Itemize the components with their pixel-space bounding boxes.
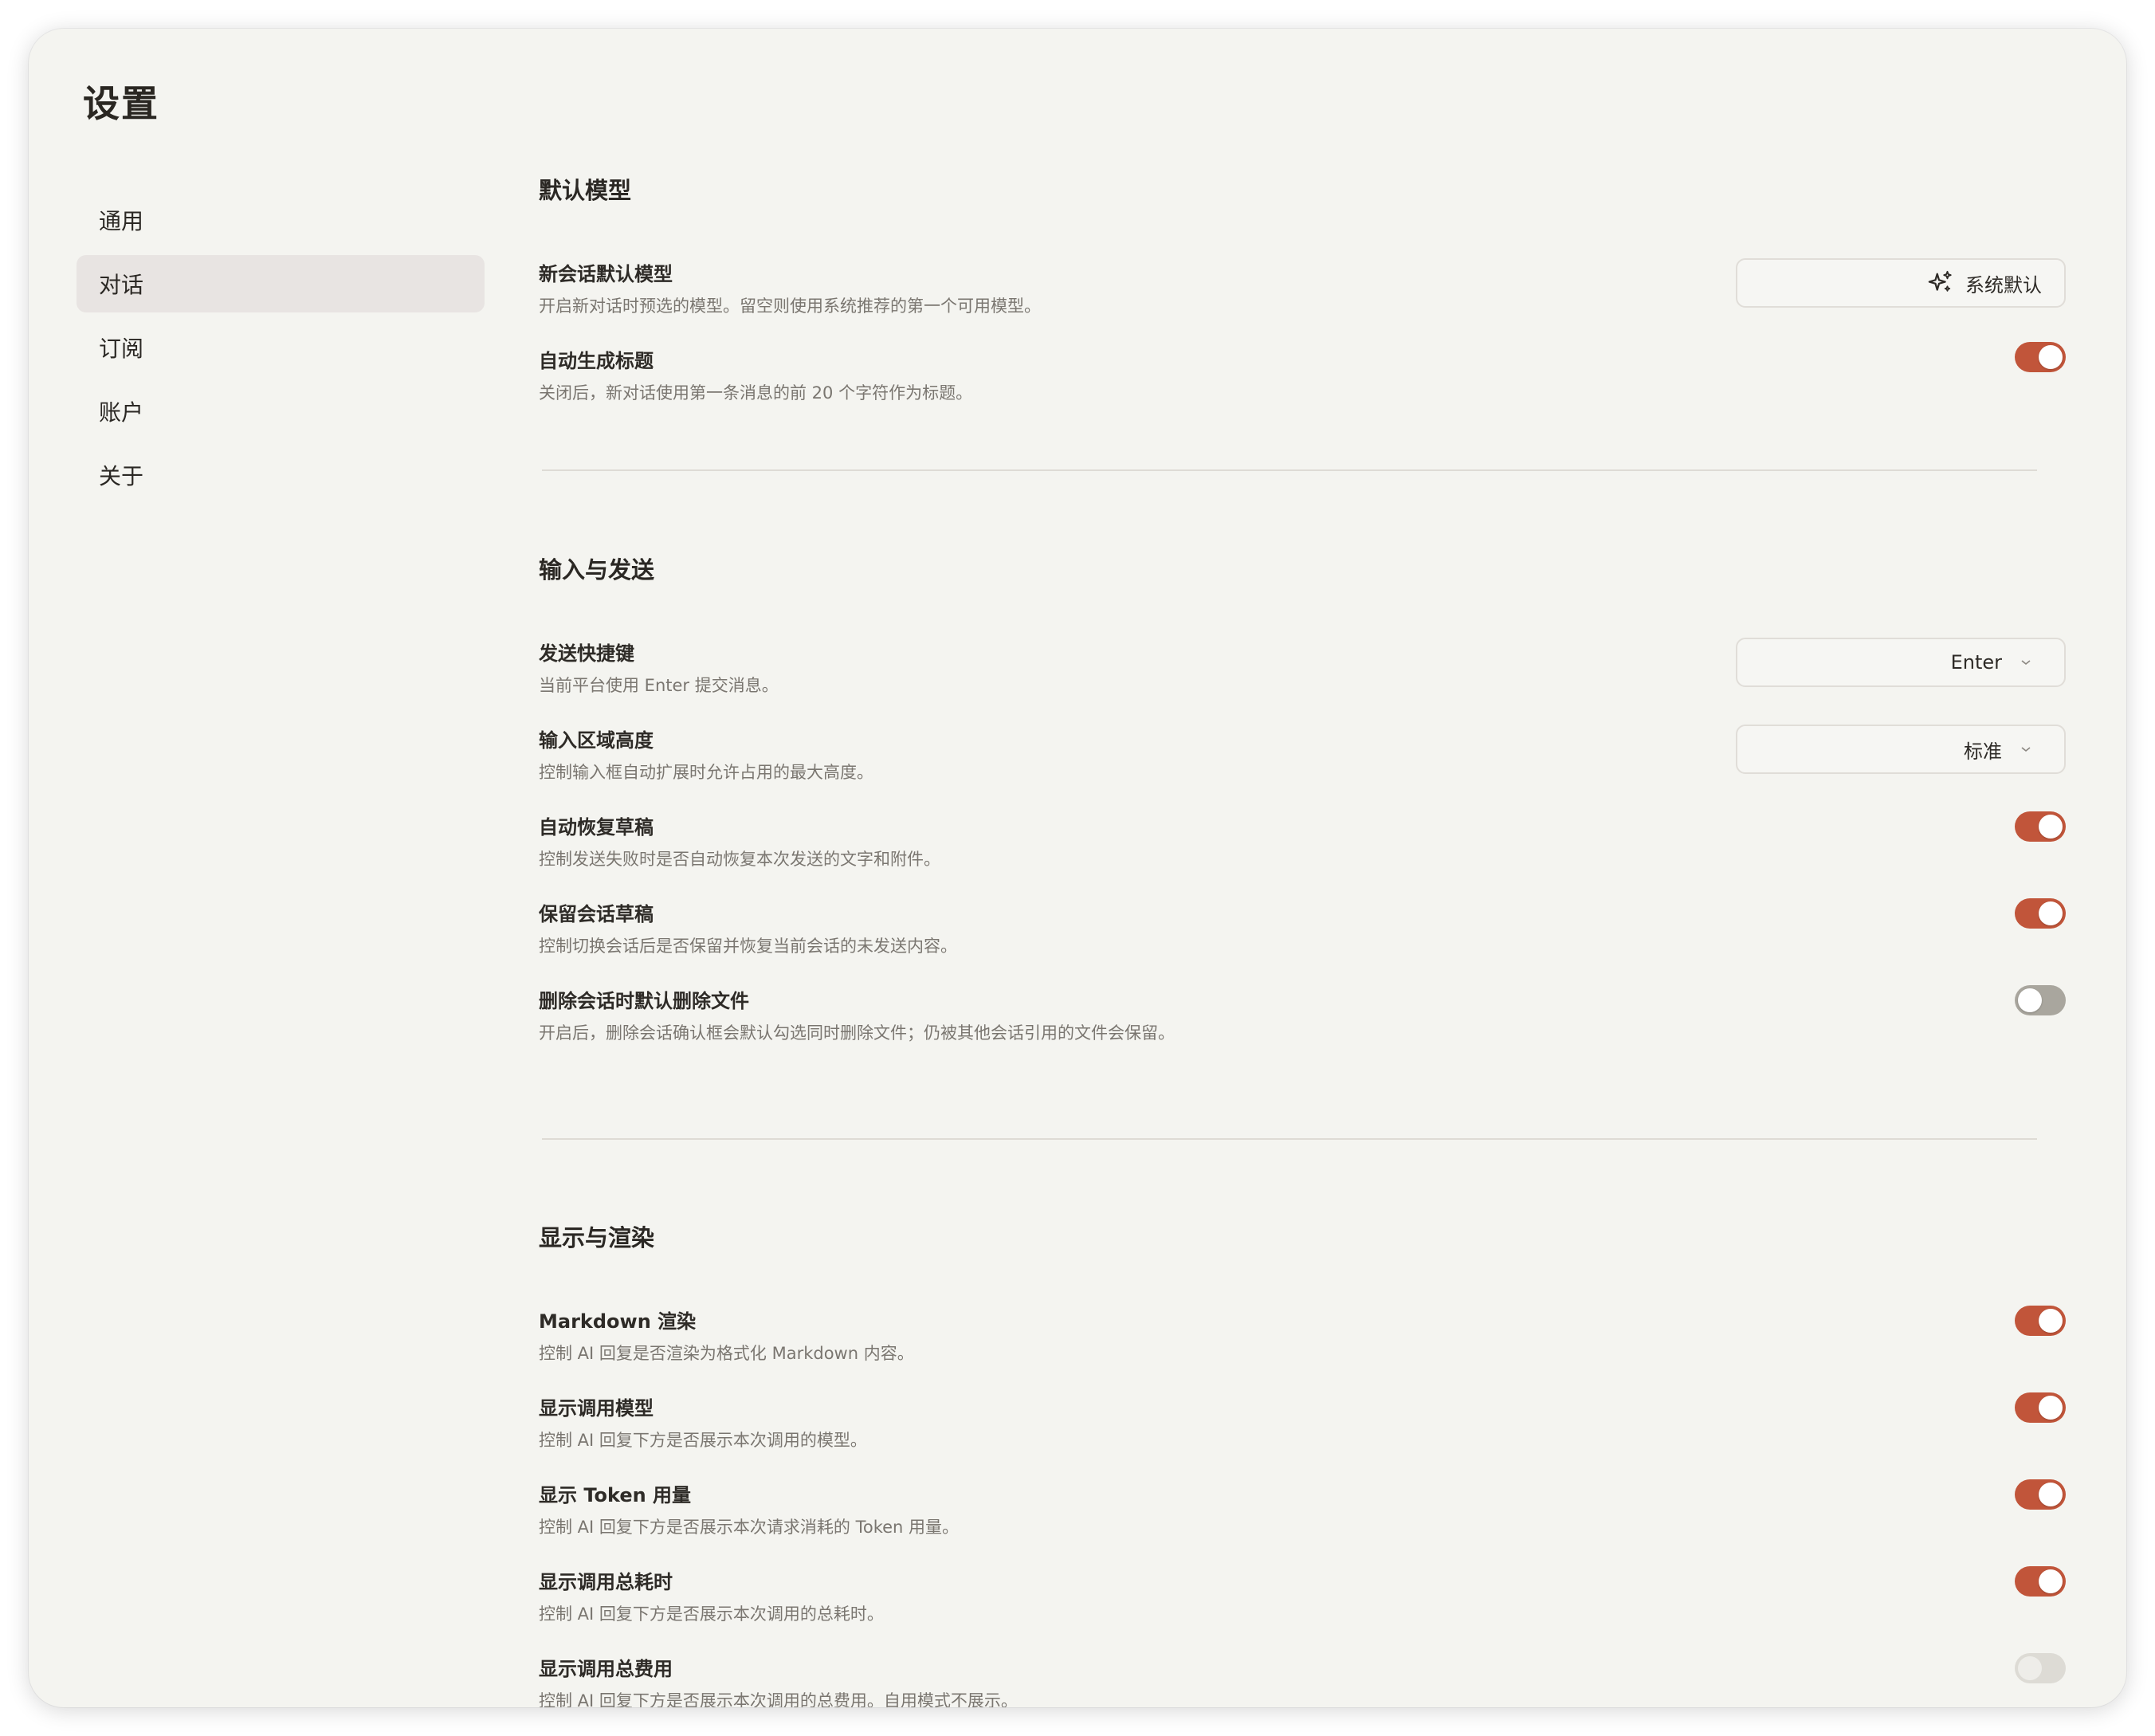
setting-row-auto-restore-draft: 自动恢复草稿 控制发送失败时是否自动恢复本次发送的文字和附件。 (539, 811, 2066, 891)
setting-desc: 开启后，删除会话确认框会默认勾选同时删除文件；仍被其他会话引用的文件会保留。 (539, 1023, 1175, 1043)
section-title-default-model: 默认模型 (539, 177, 632, 204)
setting-title: 自动生成标题 (539, 350, 654, 372)
toggle-knob (2018, 1656, 2042, 1680)
setting-row-delete-files: 删除会话时默认删除文件 开启后，删除会话确认框会默认勾选同时删除文件；仍被其他会… (539, 985, 2066, 1065)
show-duration-toggle[interactable] (2015, 1566, 2066, 1597)
default-model-select[interactable]: 系统默认 (1736, 258, 2066, 308)
setting-title: 新会话默认模型 (539, 263, 673, 285)
settings-window: 设置 通用 对话 订阅 账户 关于 默认模型 新会话默认模型 开启新对话时预选的… (29, 29, 2126, 1707)
setting-title: 显示调用总耗时 (539, 1571, 673, 1593)
auto-title-toggle[interactable] (2015, 342, 2066, 372)
section-divider (542, 469, 2037, 471)
sparkle-icon (1928, 270, 1952, 292)
send-shortcut-select[interactable]: Enter (1736, 638, 2066, 687)
delete-files-toggle[interactable] (2015, 985, 2066, 1015)
setting-title: 保留会话草稿 (539, 903, 654, 925)
sidebar-item-subscription[interactable]: 订阅 (77, 319, 485, 376)
setting-desc: 控制 AI 回复下方是否展示本次请求消耗的 Token 用量。 (539, 1518, 960, 1537)
default-model-value: 系统默认 (1965, 273, 2042, 297)
sidebar-item-general[interactable]: 通用 (77, 191, 485, 249)
toggle-knob (2039, 1569, 2063, 1593)
auto-restore-draft-toggle[interactable] (2015, 811, 2066, 842)
input-height-select[interactable]: 标准 (1736, 725, 2066, 774)
toggle-knob (2039, 815, 2063, 839)
setting-row-show-model: 显示调用模型 控制 AI 回复下方是否展示本次调用的模型。 (539, 1392, 2066, 1472)
setting-desc: 控制切换会话后是否保留并恢复当前会话的未发送内容。 (539, 937, 957, 956)
show-cost-toggle[interactable] (2015, 1653, 2066, 1683)
sidebar-item-chat[interactable]: 对话 (77, 255, 485, 312)
setting-desc: 控制发送失败时是否自动恢复本次发送的文字和附件。 (539, 850, 940, 869)
setting-row-input-height: 输入区域高度 控制输入框自动扩展时允许占用的最大高度。 标准 (539, 725, 2066, 804)
setting-title: 显示调用总费用 (539, 1658, 673, 1680)
section-title-display-render: 显示与渲染 (539, 1224, 655, 1251)
setting-desc: 当前平台使用 Enter 提交消息。 (539, 676, 779, 695)
show-model-toggle[interactable] (2015, 1392, 2066, 1423)
sidebar-item-about[interactable]: 关于 (77, 446, 485, 504)
toggle-knob (2018, 988, 2042, 1012)
setting-desc: 控制 AI 回复下方是否展示本次调用的总耗时。 (539, 1604, 884, 1624)
input-height-value: 标准 (1964, 740, 2002, 763)
setting-title: 显示调用模型 (539, 1397, 654, 1420)
setting-row-new-chat-model: 新会话默认模型 开启新对话时预选的模型。留空则使用系统推荐的第一个可用模型。 系… (539, 258, 2066, 338)
sidebar: 通用 对话 订阅 账户 关于 (77, 191, 485, 510)
toggle-knob (2039, 1396, 2063, 1420)
setting-desc: 开启新对话时预选的模型。留空则使用系统推荐的第一个可用模型。 (539, 297, 1041, 316)
page-title: 设置 (83, 82, 159, 125)
toggle-knob (2039, 1309, 2063, 1333)
setting-desc: 控制输入框自动扩展时允许占用的最大高度。 (539, 763, 873, 782)
setting-title: 删除会话时默认删除文件 (539, 990, 749, 1012)
setting-row-show-duration: 显示调用总耗时 控制 AI 回复下方是否展示本次调用的总耗时。 (539, 1566, 2066, 1646)
toggle-knob (2039, 901, 2063, 925)
setting-desc: 关闭后，新对话使用第一条消息的前 20 个字符作为标题。 (539, 383, 973, 403)
setting-title: 发送快捷键 (539, 642, 634, 665)
send-shortcut-value: Enter (1950, 651, 2002, 674)
setting-title: 显示 Token 用量 (539, 1484, 692, 1506)
setting-row-markdown: Markdown 渲染 控制 AI 回复是否渲染为格式化 Markdown 内容… (539, 1306, 2066, 1385)
setting-row-auto-title: 自动生成标题 关闭后，新对话使用第一条消息的前 20 个字符作为标题。 (539, 342, 2066, 425)
setting-row-send-shortcut: 发送快捷键 当前平台使用 Enter 提交消息。 Enter (539, 638, 2066, 717)
chevron-down-icon (2021, 660, 2031, 666)
setting-title: 输入区域高度 (539, 729, 654, 752)
toggle-knob (2039, 345, 2063, 369)
toggle-knob (2039, 1483, 2063, 1506)
setting-title: 自动恢复草稿 (539, 816, 654, 839)
setting-desc: 控制 AI 回复下方是否展示本次调用的总费用。自用模式不展示。 (539, 1691, 1018, 1707)
setting-row-show-cost: 显示调用总费用 控制 AI 回复下方是否展示本次调用的总费用。自用模式不展示。 (539, 1653, 2066, 1707)
sidebar-item-account[interactable]: 账户 (77, 383, 485, 440)
section-divider (542, 1138, 2037, 1140)
setting-desc: 控制 AI 回复下方是否展示本次调用的模型。 (539, 1431, 867, 1450)
setting-row-show-tokens: 显示 Token 用量 控制 AI 回复下方是否展示本次请求消耗的 Token … (539, 1479, 2066, 1559)
chevron-down-icon (2021, 747, 2031, 752)
setting-title: Markdown 渲染 (539, 1310, 697, 1333)
setting-desc: 控制 AI 回复是否渲染为格式化 Markdown 内容。 (539, 1344, 914, 1363)
setting-row-keep-chat-draft: 保留会话草稿 控制切换会话后是否保留并恢复当前会话的未发送内容。 (539, 898, 2066, 978)
markdown-toggle[interactable] (2015, 1306, 2066, 1336)
keep-chat-draft-toggle[interactable] (2015, 898, 2066, 929)
show-tokens-toggle[interactable] (2015, 1479, 2066, 1510)
section-title-input-send: 输入与发送 (539, 556, 655, 583)
